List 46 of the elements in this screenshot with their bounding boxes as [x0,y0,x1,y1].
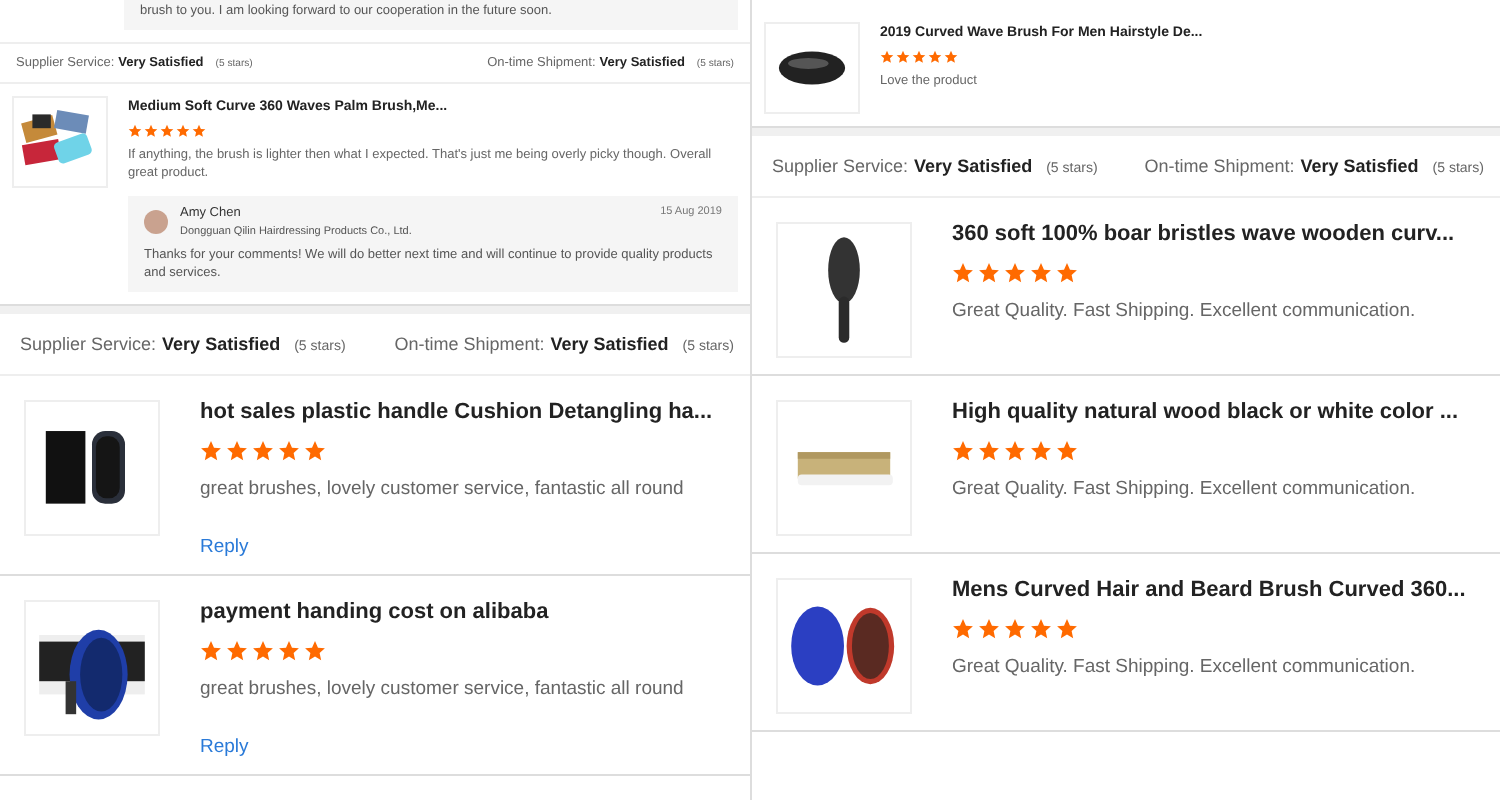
reply-link[interactable]: Reply [200,735,249,758]
review-comment: great brushes, lovely customer service, fantastic all round [200,476,686,504]
star-icon [978,618,1000,640]
star-icon [1004,440,1026,462]
star-icon [1056,618,1078,640]
star-icon [1056,440,1078,462]
star-icon [304,639,326,662]
shipment-label: On-time Shipment: [394,334,545,355]
product-title: Mens Curved Hair and Beard Brush Curved 360... [952,578,1468,602]
product-title: 360 soft 100% boar bristles wave wooden curv... [952,222,1457,246]
review-comment: Great Quality. Fast Shipping. Excellent communication. [952,298,1418,326]
product-title: payment handing cost on alibaba [200,599,551,624]
star-icon [978,440,1000,462]
supplier-service-label: Supplier Service: [772,156,909,176]
product-title: High quality natural wood black or white color ... [952,400,1461,424]
shipment-value: Very Satisfied [1300,156,1419,176]
shipment-label: On-time Shipment: [1144,156,1295,176]
review-comment: Great Quality. Fast Shipping. Excellent communication. [952,476,1418,504]
star-icon [978,262,1000,284]
star-icon [200,639,222,662]
product-title: hot sales plastic handle Cushion Detangling ha... [200,400,715,425]
star-icon [952,440,974,462]
star-icon [1030,262,1052,284]
star-icon [252,639,274,662]
star-icon [252,440,274,463]
star-icon [1030,440,1052,462]
star-icon [1004,262,1026,284]
star-icon [278,440,300,463]
supplier-service-value: Very Satisfied [162,334,281,355]
star-icon [278,639,300,662]
avatar [144,209,168,234]
star-icon [226,639,248,662]
star-icon [226,440,248,463]
star-icon [1056,262,1078,284]
shipment-value: Very Satisfied [550,334,669,355]
star-icon [304,440,326,463]
star-icon [952,262,974,284]
review-comment: great brushes, lovely customer service, fantastic all round [200,675,686,704]
star-icon [1004,618,1026,640]
supplier-service-label: Supplier Service: [20,334,157,355]
star-icon [952,618,974,640]
supplier-service-value: Very Satisfied [914,156,1033,176]
reply-link[interactable]: Reply [200,535,249,558]
star-icon [200,440,222,463]
review-comment: Great Quality. Fast Shipping. Excellent communication. [952,654,1418,682]
star-icon [1030,618,1052,640]
